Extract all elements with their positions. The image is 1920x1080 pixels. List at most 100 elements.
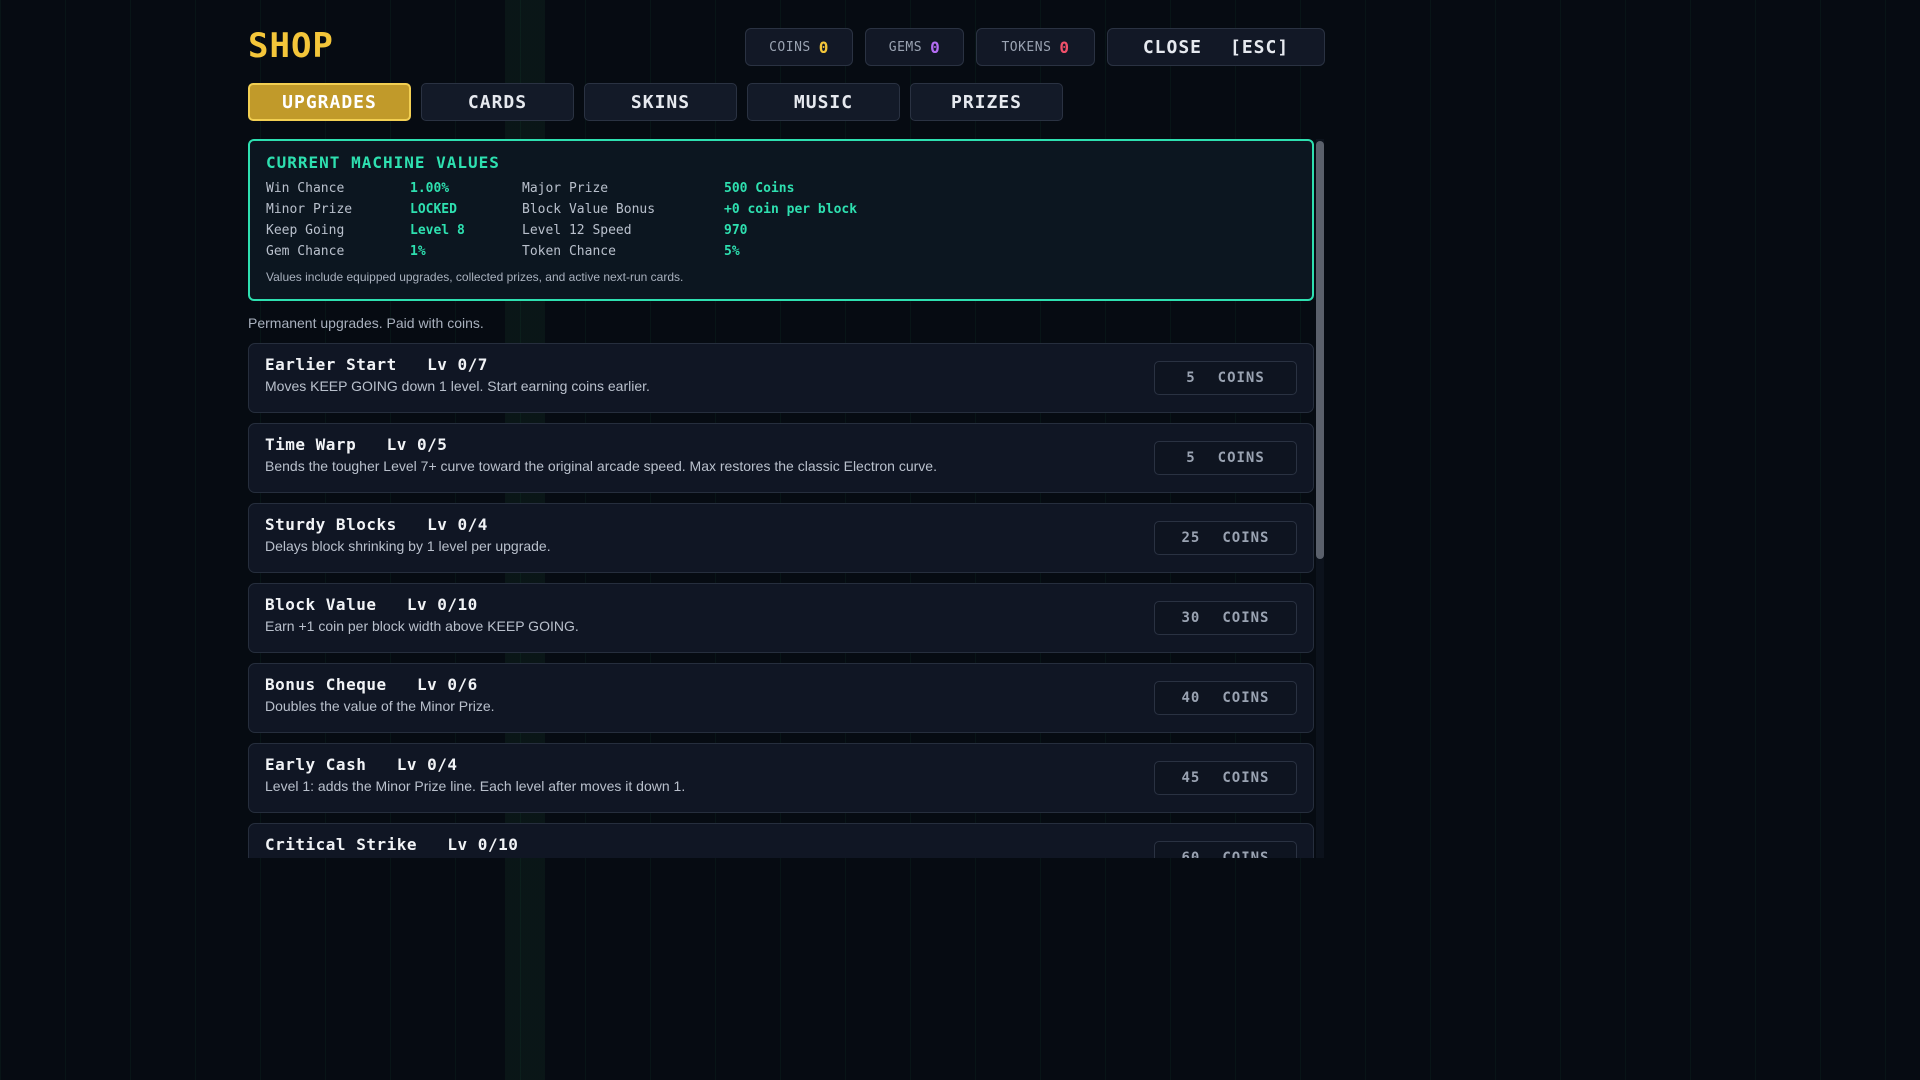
close-label: CLOSE — [1142, 36, 1202, 58]
upgrade-level: Lv 0/10 — [447, 835, 519, 854]
upgrade-level: Lv 0/7 — [427, 355, 488, 374]
upgrade-description: Earn +1 coin per block width above KEEP … — [265, 618, 579, 634]
coins-counter: COINS 0 — [745, 28, 853, 66]
upgrade-item: Early Cash Lv 0/4 Level 1: adds the Mino… — [248, 743, 1314, 813]
upgrade-name: Early Cash Lv 0/4 — [265, 755, 458, 774]
tab-skins[interactable]: SKINS — [584, 83, 737, 121]
price-unit: COINS — [1222, 770, 1270, 786]
upgrade-title: Time Warp — [265, 435, 357, 454]
upgrade-name: Block Value Lv 0/10 — [265, 595, 478, 614]
value-amount: 1.00% — [410, 181, 450, 196]
upgrade-name: Critical Strike Lv 0/10 — [265, 835, 518, 854]
value-amount: 500 Coins — [724, 181, 795, 196]
price-unit: COINS — [1222, 690, 1270, 706]
upgrade-level: Lv 0/4 — [396, 755, 458, 774]
machine-values-row: Keep Going Level 8 Level 12 Speed 970 — [266, 220, 1296, 241]
shop-panel: SHOP COINS 0 GEMS 0 TOKENS 0 CLOSE [ESC]… — [248, 0, 1325, 882]
upgrade-title: Critical Strike — [265, 835, 417, 854]
upgrades-scroll-area[interactable]: CURRENT MACHINE VALUES Win Chance 1.00% … — [248, 139, 1325, 858]
machine-values-row: Minor Prize LOCKED Block Value Bonus +0 … — [266, 199, 1296, 220]
tokens-value: 0 — [1059, 37, 1070, 57]
upgrade-title: Early Cash — [265, 755, 367, 774]
value-label: Major Prize — [522, 181, 609, 196]
value-label: Token Chance — [522, 244, 616, 259]
machine-values-panel: CURRENT MACHINE VALUES Win Chance 1.00% … — [248, 139, 1314, 301]
upgrade-list: Earlier Start Lv 0/7 Moves KEEP GOING do… — [248, 343, 1314, 858]
upgrade-name: Sturdy Blocks Lv 0/4 — [265, 515, 488, 534]
tab-upgrades[interactable]: UPGRADES — [248, 83, 411, 121]
buy-button[interactable]: 5 COINS — [1154, 441, 1297, 475]
upgrade-item: Critical Strike Lv 0/10 60 COINS — [248, 823, 1314, 858]
tab-prizes[interactable]: PRIZES — [910, 83, 1063, 121]
machine-values-note: Values include equipped upgrades, collec… — [266, 270, 684, 284]
page-title: SHOP — [248, 26, 334, 66]
upgrades-subtitle: Permanent upgrades. Paid with coins. — [248, 315, 484, 331]
value-amount: 5% — [724, 244, 740, 259]
upgrade-description: Doubles the value of the Minor Prize. — [265, 698, 495, 714]
upgrade-title: Bonus Cheque — [265, 675, 387, 694]
value-label: Keep Going — [266, 223, 345, 238]
gems-label: GEMS — [888, 39, 923, 55]
upgrade-item: Bonus Cheque Lv 0/6 Doubles the value of… — [248, 663, 1314, 733]
upgrade-title: Earlier Start — [265, 355, 397, 374]
gems-value: 0 — [930, 37, 941, 57]
value-label: Win Chance — [266, 181, 345, 196]
close-key-hint: [ESC] — [1230, 36, 1290, 58]
price-amount: 5 — [1186, 370, 1196, 386]
upgrade-name: Earlier Start Lv 0/7 — [265, 355, 488, 374]
price-amount: 40 — [1181, 690, 1201, 706]
buy-button[interactable]: 30 COINS — [1154, 601, 1297, 635]
machine-values-title: CURRENT MACHINE VALUES — [266, 153, 500, 172]
upgrade-item: Block Value Lv 0/10 Earn +1 coin per blo… — [248, 583, 1314, 653]
upgrade-description: Moves KEEP GOING down 1 level. Start ear… — [265, 378, 650, 394]
tokens-counter: TOKENS 0 — [976, 28, 1095, 66]
value-amount: LOCKED — [410, 202, 457, 217]
upgrade-level: Lv 0/4 — [427, 515, 488, 534]
tokens-label: TOKENS — [1001, 39, 1052, 55]
upgrade-level: Lv 0/6 — [417, 675, 478, 694]
upgrade-item: Earlier Start Lv 0/7 Moves KEEP GOING do… — [248, 343, 1314, 413]
value-label: Minor Prize — [266, 202, 353, 217]
price-amount: 45 — [1181, 770, 1201, 786]
scrollbar-thumb[interactable] — [1316, 141, 1324, 559]
price-amount: 5 — [1186, 450, 1196, 466]
machine-values-row: Gem Chance 1% Token Chance 5% — [266, 241, 1296, 262]
price-unit: COINS — [1217, 370, 1265, 386]
coins-value: 0 — [818, 37, 829, 57]
value-amount: 1% — [410, 244, 426, 259]
buy-button[interactable]: 5 COINS — [1154, 361, 1297, 395]
shop-tabs: UPGRADES CARDS SKINS MUSIC PRIZES — [248, 83, 1063, 121]
value-label: Gem Chance — [266, 244, 345, 259]
upgrade-level: Lv 0/10 — [406, 595, 478, 614]
price-amount: 60 — [1181, 850, 1201, 858]
value-label: Block Value Bonus — [522, 202, 656, 217]
close-button[interactable]: CLOSE [ESC] — [1107, 28, 1325, 66]
upgrade-item: Sturdy Blocks Lv 0/4 Delays block shrink… — [248, 503, 1314, 573]
value-label: Level 12 Speed — [522, 223, 632, 238]
upgrade-description: Level 1: adds the Minor Prize line. Each… — [265, 778, 686, 794]
tab-music[interactable]: MUSIC — [747, 83, 900, 121]
coins-label: COINS — [769, 39, 811, 55]
tab-cards[interactable]: CARDS — [421, 83, 574, 121]
upgrade-level: Lv 0/5 — [386, 435, 448, 454]
upgrade-item: Time Warp Lv 0/5 Bends the tougher Level… — [248, 423, 1314, 493]
upgrade-description: Bends the tougher Level 7+ curve toward … — [265, 458, 937, 474]
value-amount: Level 8 — [410, 223, 465, 238]
machine-values-row: Win Chance 1.00% Major Prize 500 Coins — [266, 178, 1296, 199]
price-unit: COINS — [1222, 850, 1270, 858]
price-amount: 25 — [1181, 530, 1201, 546]
buy-button[interactable]: 45 COINS — [1154, 761, 1297, 795]
price-unit: COINS — [1222, 610, 1270, 626]
price-amount: 30 — [1181, 610, 1201, 626]
price-unit: COINS — [1222, 530, 1270, 546]
price-unit: COINS — [1217, 450, 1265, 466]
buy-button[interactable]: 25 COINS — [1154, 521, 1297, 555]
upgrade-description: Delays block shrinking by 1 level per up… — [265, 538, 551, 554]
upgrade-title: Block Value — [265, 595, 377, 614]
buy-button[interactable]: 60 COINS — [1154, 841, 1297, 858]
value-amount: +0 coin per block — [724, 202, 858, 217]
upgrade-title: Sturdy Blocks — [265, 515, 397, 534]
upgrade-name: Time Warp Lv 0/5 — [265, 435, 447, 454]
upgrade-name: Bonus Cheque Lv 0/6 — [265, 675, 478, 694]
buy-button[interactable]: 40 COINS — [1154, 681, 1297, 715]
